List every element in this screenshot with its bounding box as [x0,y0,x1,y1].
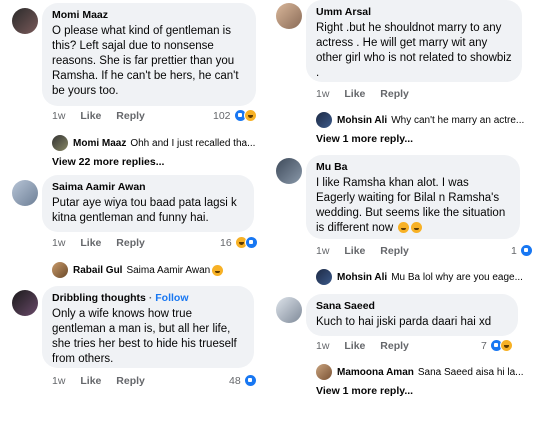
sweat-emoji-icon [398,222,410,234]
comment-bubble: Saima Aamir Awan Putar aye wiya tou baad… [42,175,254,232]
comment-bubble: Umm Arsal Right .but he shouldnot marry … [306,0,522,82]
like-button[interactable]: Like [344,340,365,352]
reaction-count[interactable]: 16 [220,236,258,249]
comment-time[interactable]: 1w [316,245,329,257]
comment-actions: 1w Like Reply [52,110,157,122]
reply-preview[interactable]: Mamoona Aman Sana Saeed aisa hi la... [316,364,524,380]
reply-author[interactable]: Mohsin Ali [337,115,387,126]
reply-author[interactable]: Momi Maaz [73,138,126,149]
comment-text: I like Ramsha khan alot. I was Eagerly w… [316,177,506,234]
avatar[interactable] [12,8,38,34]
comment-text: Right .but he shouldnot marry to any act… [316,22,512,79]
avatar[interactable] [276,3,302,29]
reply-author[interactable]: Mohsin Ali [337,272,387,283]
reply-button[interactable]: Reply [380,340,409,352]
reply-text: Mu Ba lol why are you eage... [391,271,523,283]
reply-author[interactable]: Rabail Gul [73,265,122,276]
avatar[interactable] [12,180,38,206]
reply-text: Sana Saeed aisa hi la... [417,366,524,378]
comment-bubble: Sana Saeed Kuch to hai jiski parda daari… [306,294,518,336]
comment-bubble: Dribbling thoughts · Follow Only a wife … [42,286,254,368]
comment-author[interactable]: Umm Arsal [316,5,512,19]
view-more-replies-link[interactable]: View 1 more reply... [316,133,413,145]
comment-text: O please what kind of gentleman is this?… [52,25,239,97]
avatar[interactable] [276,297,302,323]
comment-actions: 1w Like Reply [52,375,157,387]
haha-reaction-icon [243,109,257,122]
haha-reaction-icon [499,339,513,352]
like-button[interactable]: Like [344,88,365,100]
like-reaction-icon [243,374,257,387]
sweat-emoji-icon [411,222,423,234]
comment-actions: 1w Like Reply [316,340,421,352]
reply-button[interactable]: Reply [116,110,145,122]
comment-time[interactable]: 1w [52,110,65,122]
avatar [316,364,332,380]
like-button[interactable]: Like [344,245,365,257]
like-reaction-icon [244,236,258,249]
comment-time[interactable]: 1w [316,340,329,352]
reaction-count[interactable]: 7 [481,339,513,352]
comment-text: Putar aye wiya tou baad pata lagsi k kit… [52,197,237,224]
reaction-count[interactable]: 48 [229,374,257,387]
comment-time[interactable]: 1w [316,88,329,100]
avatar [316,112,332,128]
reply-author[interactable]: Mamoona Aman [337,367,414,378]
reply-preview[interactable]: Momi Maaz Ohh and I just recalled tha... [52,135,255,151]
view-more-replies-link[interactable]: View 1 more reply... [316,385,413,397]
avatar [52,262,68,278]
comment-time[interactable]: 1w [52,237,65,249]
like-reaction-icon [519,244,533,257]
like-button[interactable]: Like [80,375,101,387]
comment-author[interactable]: Saima Aamir Awan [52,180,244,194]
smile-emoji-icon [212,264,224,276]
avatar [316,269,332,285]
reply-text: Why can't he marry an actre... [391,114,525,126]
reply-text: Ohh and I just recalled tha... [130,137,256,149]
comment-author-name[interactable]: Dribbling thoughts [52,292,146,304]
comment-author[interactable]: Sana Saeed [316,299,508,313]
comment-author: Dribbling thoughts · Follow [52,292,189,304]
avatar[interactable] [276,158,302,184]
comment-time[interactable]: 1w [52,375,65,387]
comment-bubble: Momi Maaz O please what kind of gentlema… [42,3,256,106]
reply-preview[interactable]: Mohsin Ali Mu Ba lol why are you eage... [316,269,523,285]
reply-button[interactable]: Reply [116,375,145,387]
reaction-count[interactable]: 1 [511,244,533,257]
like-button[interactable]: Like [80,237,101,249]
view-more-replies-link[interactable]: View 22 more replies... [52,156,164,168]
reply-preview[interactable]: Mohsin Ali Why can't he marry an actre..… [316,112,524,128]
comment-author[interactable]: Mu Ba [316,160,510,174]
comment-text: Kuch to hai jiski parda daari hai xd [316,316,492,328]
like-button[interactable]: Like [80,110,101,122]
avatar [52,135,68,151]
avatar[interactable] [12,290,38,316]
reply-button[interactable]: Reply [380,88,409,100]
reaction-count[interactable]: 102 [213,109,257,122]
follow-button[interactable]: Follow [155,292,188,304]
comment-actions: 1w Like Reply [316,245,421,257]
reply-preview[interactable]: Rabail Gul Saima Aamir Awan [52,262,224,278]
comment-author[interactable]: Momi Maaz [52,8,246,22]
comment-bubble: Mu Ba I like Ramsha khan alot. I was Eag… [306,155,520,239]
reply-text: Saima Aamir Awan [126,264,211,276]
reply-button[interactable]: Reply [380,245,409,257]
comment-actions: 1w Like Reply [52,237,157,249]
reply-button[interactable]: Reply [116,237,145,249]
comment-text: Only a wife knows how true gentleman a m… [52,308,237,365]
comment-actions: 1w Like Reply [316,88,421,100]
